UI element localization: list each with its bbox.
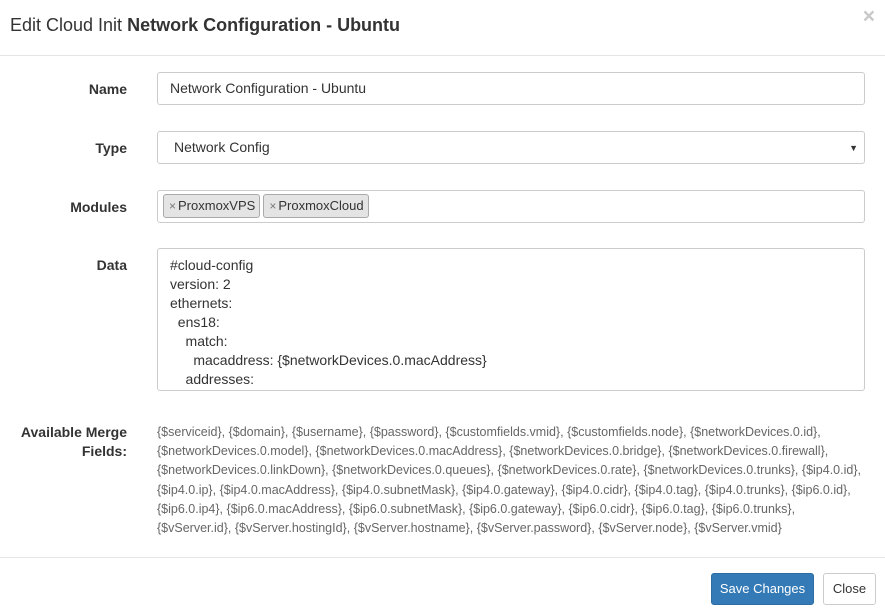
merge-field: {$ip4.0.tag}, bbox=[634, 482, 702, 497]
merge-field: {$vServer.id}, bbox=[157, 521, 232, 536]
modal-header: Edit Cloud Init Network Configuration - … bbox=[0, 0, 885, 56]
merge-field: {$password}, bbox=[369, 425, 442, 439]
modules-multiselect[interactable]: × ProxmoxVPS × ProxmoxCloud bbox=[157, 190, 865, 223]
type-label: Type bbox=[95, 140, 127, 156]
merge-field: {$networkDevices.0.firewall}, bbox=[668, 444, 829, 459]
merge-field: {$vServer.vmid} bbox=[694, 521, 782, 536]
merge-field: {$ip6.0.trunks}, bbox=[711, 501, 796, 516]
merge-field: {$networkDevices.0.linkDown}, bbox=[157, 463, 329, 478]
merge-field: {$serviceid}, bbox=[157, 425, 226, 439]
code-line: ens18: bbox=[170, 314, 220, 330]
module-tag-label: ProxmoxVPS bbox=[178, 198, 256, 213]
merge-field: {$vServer.hostingId}, bbox=[234, 521, 351, 536]
merge-field: {$customfields.node}, bbox=[567, 425, 687, 439]
merge-field: {$networkDevices.0.queues}, bbox=[332, 463, 495, 478]
modal-title-main: Network Configuration - Ubuntu bbox=[127, 15, 401, 35]
module-tag-proxmoxcloud: × ProxmoxCloud bbox=[263, 194, 369, 218]
type-select-value: Network Config bbox=[174, 139, 270, 155]
merge-field: {$ip4.0.id}, bbox=[801, 463, 861, 478]
merge-field: {$vServer.password}, bbox=[476, 521, 595, 536]
merge-field: {$ip4.0.subnetMask}, bbox=[341, 482, 459, 497]
save-changes-button[interactable]: Save Changes bbox=[711, 573, 814, 605]
module-tag-proxmoxvps: × ProxmoxVPS bbox=[163, 194, 261, 218]
code-line: ethernets: bbox=[170, 295, 233, 311]
merge-field: {$ip4.0.cidr}, bbox=[561, 482, 632, 497]
merge-field: {$ip4.0.gateway}, bbox=[462, 482, 559, 497]
merge-field: {$networkDevices.0.model}, bbox=[157, 444, 312, 459]
code-line: match: bbox=[170, 333, 228, 349]
name-label: Name bbox=[88, 81, 127, 97]
close-icon[interactable]: × bbox=[863, 6, 875, 27]
merge-field: {$ip4.0.ip}, bbox=[157, 482, 217, 497]
merge-field: {$networkDevices.0.macAddress}, bbox=[315, 444, 506, 459]
type-select[interactable]: Network Config ▼ bbox=[157, 131, 865, 164]
data-textarea[interactable]: #cloud-config version: 2 ethernets: ens1… bbox=[157, 248, 865, 391]
merge-field: {$ip6.0.subnetMask}, bbox=[348, 501, 466, 516]
remove-tag-icon[interactable]: × bbox=[269, 199, 276, 213]
merge-field: {$vServer.hostname}, bbox=[353, 521, 474, 536]
data-label: Data bbox=[96, 257, 127, 273]
remove-tag-icon[interactable]: × bbox=[169, 199, 176, 213]
merge-fields-list: {$serviceid}, {$domain}, {$username}, {$… bbox=[157, 423, 865, 538]
modules-label: Modules bbox=[70, 199, 127, 215]
merge-field: {$ip6.0.id}, bbox=[791, 482, 851, 497]
merge-field: {$networkDevices.0.bridge}, bbox=[509, 444, 665, 459]
merge-field: {$ip6.0.cidr}, bbox=[568, 501, 638, 516]
name-input[interactable]: Network Configuration - Ubuntu bbox=[157, 72, 865, 105]
merge-field: {$networkDevices.0.trunks}, bbox=[643, 463, 799, 478]
modal-title-prefix: Edit Cloud Init bbox=[10, 15, 123, 35]
code-line: version: 2 bbox=[170, 276, 231, 292]
chevron-down-icon: ▼ bbox=[849, 143, 858, 153]
module-tag-label: ProxmoxCloud bbox=[278, 198, 364, 213]
modal-title: Edit Cloud Init Network Configuration - … bbox=[10, 14, 400, 36]
merge-fields-label: Available Merge Fields: bbox=[10, 423, 127, 461]
merge-field: {$ip6.0.ip4}, bbox=[157, 501, 224, 516]
modal-footer: Save Changes Close bbox=[0, 557, 885, 613]
merge-field: {$domain}, bbox=[228, 425, 289, 439]
merge-fields-label-line: Fields: bbox=[81, 443, 127, 459]
code-line: #cloud-config bbox=[170, 257, 254, 273]
merge-field: {$ip6.0.tag}, bbox=[641, 501, 709, 516]
merge-field: {$ip6.0.gateway}, bbox=[469, 501, 565, 516]
close-button[interactable]: Close bbox=[823, 573, 876, 605]
merge-field: {$vServer.node}, bbox=[598, 521, 691, 536]
merge-field: {$ip6.0.macAddress}, bbox=[226, 501, 346, 516]
merge-fields-label-line: Available Merge bbox=[20, 424, 127, 440]
merge-field: {$ip4.0.macAddress}, bbox=[219, 482, 339, 497]
merge-field: {$ip4.0.trunks}, bbox=[704, 482, 789, 497]
merge-field: {$networkDevices.0.rate}, bbox=[497, 463, 640, 478]
merge-field: {$networkDevices.0.id}, bbox=[690, 425, 821, 439]
merge-field: {$username}, bbox=[291, 425, 367, 439]
code-line: macaddress: {$networkDevices.0.macAddres… bbox=[170, 352, 487, 368]
code-line: addresses: bbox=[170, 371, 255, 387]
merge-field: {$customfields.vmid}, bbox=[445, 425, 564, 439]
